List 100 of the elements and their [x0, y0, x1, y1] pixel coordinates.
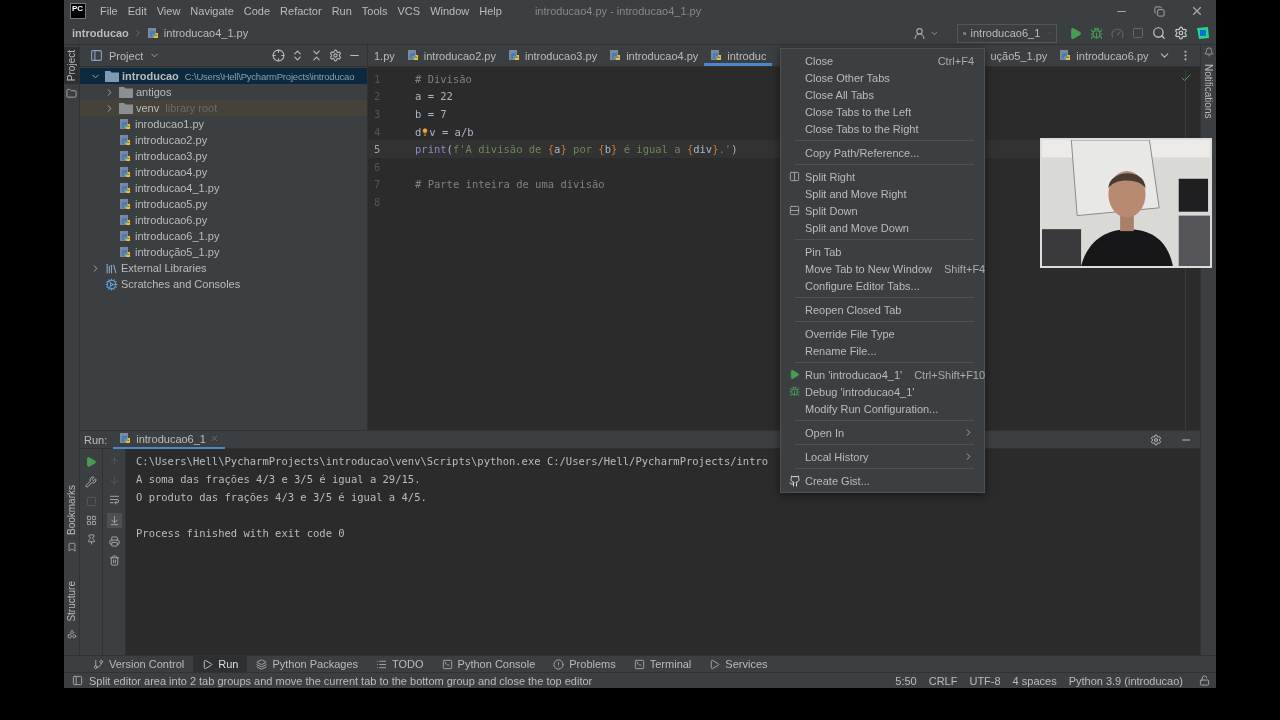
debug-icon[interactable]: [1090, 26, 1103, 40]
status-item[interactable]: 4 spaces: [1012, 674, 1057, 687]
menu-item[interactable]: Create Gist...: [781, 472, 984, 489]
tree-item[interactable]: introducao4_1.py: [80, 180, 367, 196]
tool-window-tab[interactable]: Python Console: [432, 656, 545, 672]
services-icon[interactable]: [709, 658, 721, 670]
menu-item[interactable]: Open In: [781, 424, 984, 441]
menu-item[interactable]: Move Tab to New Window Shift+F4: [781, 260, 984, 277]
tree-item[interactable]: introducao5.py: [80, 196, 367, 212]
menu-item[interactable]: Refactor: [275, 5, 327, 17]
menu-item[interactable]: Edit: [122, 5, 152, 17]
menu-item[interactable]: Navigate: [185, 5, 239, 17]
console-icon[interactable]: [441, 658, 453, 670]
panel-title[interactable]: Project: [109, 49, 144, 62]
menu-item[interactable]: Close All Tabs: [781, 86, 984, 103]
layers-icon[interactable]: [256, 658, 268, 670]
panel-toggle-icon[interactable]: [72, 675, 83, 686]
notifications-icon[interactable]: [1203, 47, 1214, 57]
structure-icon[interactable]: [66, 629, 77, 639]
tree-item[interactable]: External Libraries: [80, 260, 367, 276]
tree-item[interactable]: antigos: [80, 84, 367, 100]
tree-item[interactable]: introducao C:\Users\Hell\PycharmProjects\introducao: [80, 68, 367, 84]
restore-icon[interactable]: [1153, 5, 1165, 17]
rerun-icon[interactable]: [85, 456, 97, 468]
project-tool-tab[interactable]: Project: [64, 47, 79, 85]
terminal-icon[interactable]: [633, 658, 645, 670]
settings-icon[interactable]: [1174, 26, 1188, 40]
menu-item[interactable]: Rename File...: [781, 342, 984, 359]
status-item[interactable]: UTF-8: [969, 674, 1001, 687]
tree-item[interactable]: Scratches and Consoles: [80, 276, 367, 292]
user-icon[interactable]: [913, 26, 926, 40]
menu-item[interactable]: Close Ctrl+F4: [781, 52, 984, 69]
lock-icon[interactable]: [1199, 675, 1210, 686]
menu-item[interactable]: Configure Editor Tabs...: [781, 277, 984, 294]
status-item[interactable]: Python 3.9 (introducao): [1068, 674, 1183, 687]
menu-item[interactable]: Run: [326, 5, 357, 17]
menu-item[interactable]: Pin Tab: [781, 243, 984, 260]
menu-item[interactable]: File: [95, 5, 123, 17]
tool-window-tab[interactable]: Terminal: [624, 656, 701, 672]
menu-item[interactable]: Close Other Tabs: [781, 69, 984, 86]
menu-item[interactable]: Close Tabs to the Right: [781, 120, 984, 137]
menu-item[interactable]: Reopen Closed Tab: [781, 301, 984, 318]
tool-window-tab[interactable]: Problems: [544, 656, 625, 672]
editor-tab[interactable]: introducao3.py: [501, 45, 604, 66]
tool-window-tab[interactable]: Run: [193, 656, 248, 672]
structure-tool-tab[interactable]: Structure: [64, 578, 79, 625]
run-configuration-dropdown[interactable]: introducao6_1: [957, 23, 1057, 43]
menu-item[interactable]: Override File Type: [781, 325, 984, 342]
ide-logo-icon[interactable]: [1196, 26, 1210, 40]
layout-icon[interactable]: [85, 515, 97, 526]
wrench-icon[interactable]: [85, 476, 97, 488]
tree-item[interactable]: introducao6_1.py: [80, 228, 367, 244]
menu-item[interactable]: Debug 'introducao4_1': [781, 383, 984, 400]
folder-icon[interactable]: [66, 88, 77, 100]
stop-icon[interactable]: [1132, 27, 1144, 39]
menu-item[interactable]: Close Tabs to the Left: [781, 103, 984, 120]
search-icon[interactable]: [1152, 26, 1166, 40]
menu-item[interactable]: Copy Path/Reference...: [781, 144, 984, 161]
list-icon[interactable]: [376, 658, 388, 670]
menu-item[interactable]: Modify Run Configuration...: [781, 400, 984, 417]
tool-window-tab[interactable]: Version Control: [84, 656, 194, 672]
soft-wrap-icon[interactable]: [108, 494, 120, 505]
pin-icon[interactable]: [85, 534, 97, 545]
tree-item[interactable]: introducao3.py: [80, 148, 367, 164]
menu-item[interactable]: Local History: [781, 448, 984, 465]
tool-window-tab[interactable]: Services: [700, 656, 777, 672]
expand-all-icon[interactable]: [291, 49, 304, 62]
bookmarks-tool-tab[interactable]: Bookmarks: [64, 482, 79, 539]
menu-item[interactable]: Run 'introducao4_1' Ctrl+Shift+F10: [781, 366, 984, 383]
trash-icon[interactable]: [108, 555, 120, 566]
tree-item[interactable]: introducao2.py: [80, 132, 367, 148]
tool-window-tab[interactable]: Python Packages: [247, 656, 368, 672]
menu-item[interactable]: Window: [425, 5, 475, 17]
notifications-tool-tab[interactable]: Notifications: [1201, 61, 1216, 122]
menu-item[interactable]: Split and Move Down: [781, 219, 984, 236]
run-icon[interactable]: [1069, 26, 1082, 40]
play-icon[interactable]: [202, 658, 214, 670]
tool-window-tab[interactable]: TODO: [367, 656, 433, 672]
menu-item[interactable]: Split Right: [781, 168, 984, 185]
editor-tab[interactable]: ução5_1.py: [984, 45, 1054, 66]
tree-item[interactable]: introdução5_1.py: [80, 244, 367, 260]
branch-icon[interactable]: [93, 658, 104, 670]
menu-item[interactable]: Split and Move Right: [781, 185, 984, 202]
tree-item[interactable]: introducao6.py: [80, 212, 367, 228]
lightbulb-icon[interactable]: [421, 127, 430, 136]
status-item[interactable]: CRLF: [928, 674, 958, 687]
settings-icon[interactable]: [329, 49, 342, 62]
tree-item[interactable]: introducao4.py: [80, 164, 367, 180]
menu-item[interactable]: Split Down: [781, 202, 984, 219]
editor-tab[interactable]: introducao2.py: [400, 45, 502, 66]
editor-tab[interactable]: 1.py: [368, 45, 401, 66]
locate-icon[interactable]: [272, 49, 285, 62]
print-icon[interactable]: [108, 536, 120, 547]
bookmark-icon[interactable]: [66, 542, 77, 553]
editor-tab[interactable]: introducao6.py: [1053, 45, 1155, 66]
status-item[interactable]: 5:50: [895, 674, 917, 687]
menu-item[interactable]: Tools: [356, 5, 393, 17]
alert-icon[interactable]: [553, 658, 565, 670]
collapse-all-icon[interactable]: [310, 49, 323, 62]
menu-item[interactable]: VCS: [392, 5, 426, 17]
